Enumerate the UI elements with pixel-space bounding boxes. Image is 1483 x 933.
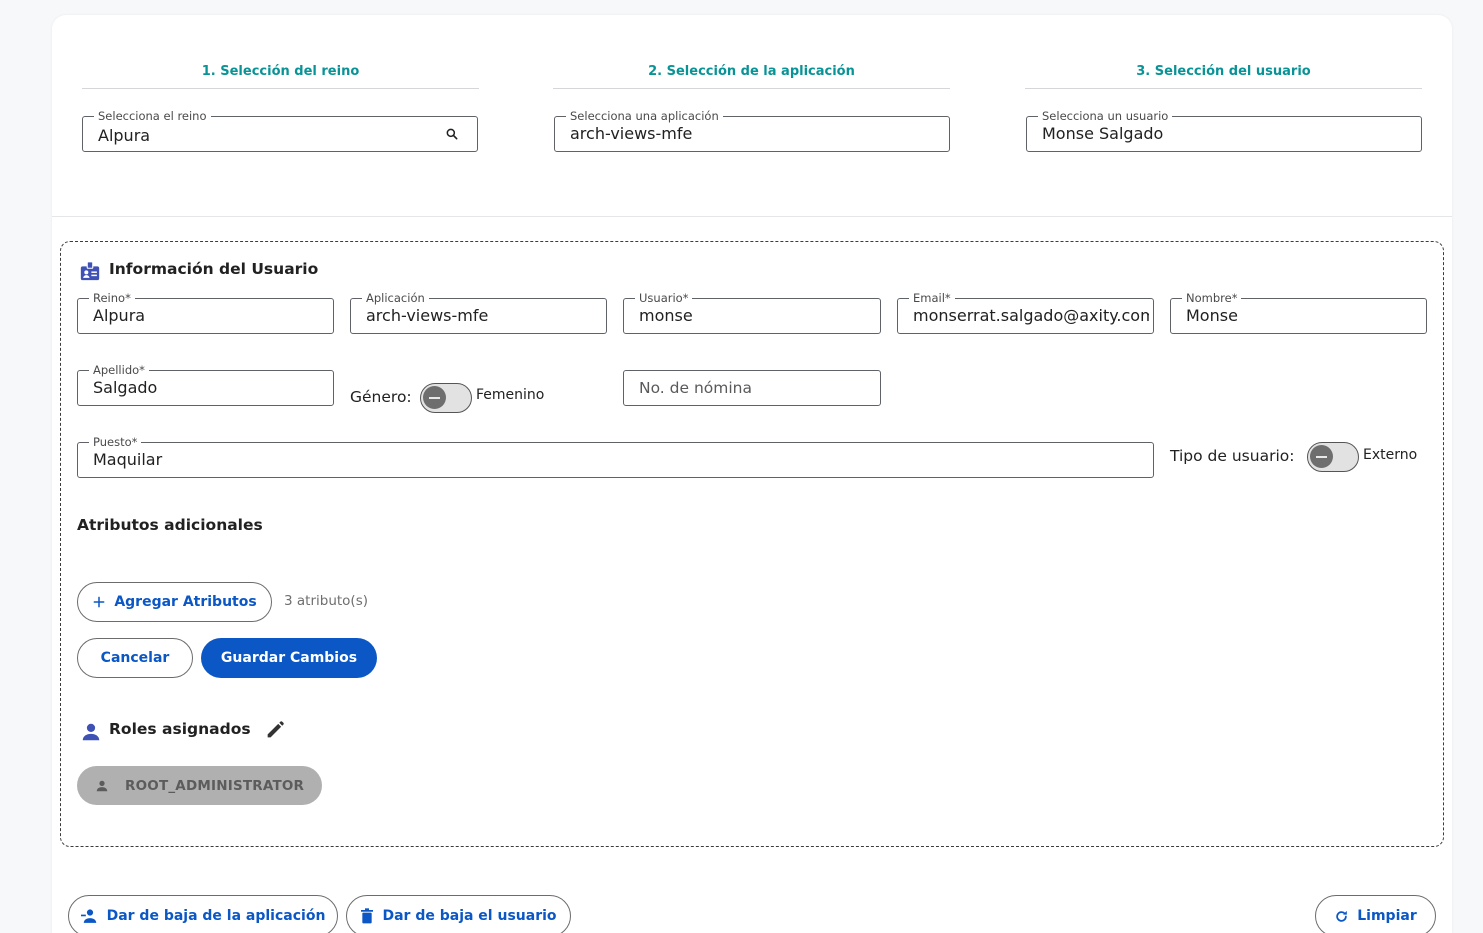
email-field[interactable]: Email* monserrat.salgado@axity.com — [897, 291, 1154, 334]
user-type-toggle[interactable] — [1307, 442, 1359, 472]
user-select-value: Monse Salgado — [1042, 124, 1164, 143]
email-field-value: monserrat.salgado@axity.com — [913, 306, 1149, 325]
step-application: 2. Selección de la aplicación — [553, 64, 950, 89]
position-field-label: Puesto* — [89, 435, 142, 449]
gender-toggle-text: Femenino — [476, 387, 545, 403]
refresh-icon — [1336, 910, 1348, 922]
payroll-field[interactable]: No. de nómina — [623, 370, 881, 406]
roles-heading: Roles asignados — [109, 720, 251, 738]
clear-button[interactable]: Limpiar — [1315, 895, 1436, 933]
name-field[interactable]: Nombre* Monse — [1170, 291, 1427, 334]
attributes-heading: Atributos adicionales — [77, 516, 263, 534]
user-select-input[interactable]: Selecciona un usuario Monse Salgado — [1026, 109, 1422, 152]
name-field-label: Nombre* — [1182, 291, 1242, 305]
step-application-title: 2. Selección de la aplicación — [553, 64, 950, 89]
step-user-title: 3. Selección del usuario — [1025, 64, 1422, 89]
search-icon[interactable] — [445, 127, 459, 141]
payroll-field-placeholder: No. de nómina — [639, 379, 752, 397]
surname-field-value: Salgado — [93, 378, 158, 397]
username-field-label: Usuario* — [635, 291, 693, 305]
edit-icon[interactable] — [264, 719, 286, 741]
application-select-value: arch-views-mfe — [570, 124, 693, 143]
user-type-toggle-knob — [1310, 445, 1333, 468]
application-select-label: Selecciona una aplicación — [566, 109, 723, 123]
plus-icon — [93, 596, 105, 608]
person-icon — [96, 780, 108, 791]
username-field[interactable]: Usuario* monse — [623, 291, 881, 334]
add-attributes-label: Agregar Atributos — [114, 594, 257, 610]
gender-toggle-knob — [423, 386, 446, 409]
user-type-label: Tipo de usuario: — [1170, 447, 1295, 465]
realm-select-label: Selecciona el reino — [94, 109, 211, 123]
deactivate-app-label: Dar de baja de la aplicación — [106, 908, 326, 924]
gender-toggle[interactable] — [420, 383, 472, 413]
realm-select-input[interactable]: Selecciona el reino Alpura — [82, 109, 478, 152]
clear-label: Limpiar — [1357, 908, 1417, 924]
save-changes-label: Guardar Cambios — [220, 650, 358, 666]
application-field-label: Aplicación — [362, 291, 429, 305]
user-info-heading: Información del Usuario — [109, 260, 319, 278]
role-chip[interactable]: ROOT_ADMINISTRATOR — [77, 766, 322, 805]
realm-field[interactable]: Reino* Alpura — [77, 291, 334, 334]
add-attributes-button[interactable]: Agregar Atributos — [77, 582, 272, 622]
gender-label: Género: — [350, 388, 412, 406]
realm-field-label: Reino* — [89, 291, 135, 305]
deactivate-app-button[interactable]: Dar de baja de la aplicación — [68, 895, 338, 933]
save-changes-button[interactable]: Guardar Cambios — [201, 638, 377, 678]
surname-field[interactable]: Apellido* Salgado — [77, 363, 334, 406]
username-field-value: monse — [639, 306, 693, 325]
position-field[interactable]: Puesto* Maquilar — [77, 435, 1154, 478]
name-field-value: Monse — [1186, 306, 1238, 325]
deactivate-user-button[interactable]: Dar de baja el usuario — [346, 895, 571, 933]
badge-icon — [80, 261, 100, 281]
step-user: 3. Selección del usuario — [1025, 64, 1422, 89]
trash-icon — [361, 908, 374, 924]
remove-person-icon — [80, 909, 96, 923]
user-type-toggle-text: Externo — [1363, 447, 1418, 463]
step-realm: 1. Selección del reino — [82, 64, 479, 89]
position-field-value: Maquilar — [93, 450, 163, 469]
application-field[interactable]: Aplicación arch-views-mfe — [350, 291, 607, 334]
user-select-label: Selecciona un usuario — [1038, 109, 1173, 123]
section-divider — [52, 216, 1452, 217]
application-select-input[interactable]: Selecciona una aplicación arch-views-mfe — [554, 109, 950, 152]
cancel-button[interactable]: Cancelar — [77, 638, 193, 678]
realm-select-value: Alpura — [98, 126, 151, 145]
attributes-count: 3 atributo(s) — [284, 593, 368, 609]
step-realm-title: 1. Selección del reino — [82, 64, 479, 89]
person-icon — [82, 723, 100, 741]
surname-field-label: Apellido* — [89, 363, 149, 377]
application-field-value: arch-views-mfe — [366, 306, 489, 325]
email-field-label: Email* — [909, 291, 955, 305]
role-chip-label: ROOT_ADMINISTRATOR — [125, 777, 305, 794]
deactivate-user-label: Dar de baja el usuario — [382, 908, 557, 924]
cancel-label: Cancelar — [100, 650, 170, 666]
realm-field-value: Alpura — [93, 306, 146, 325]
